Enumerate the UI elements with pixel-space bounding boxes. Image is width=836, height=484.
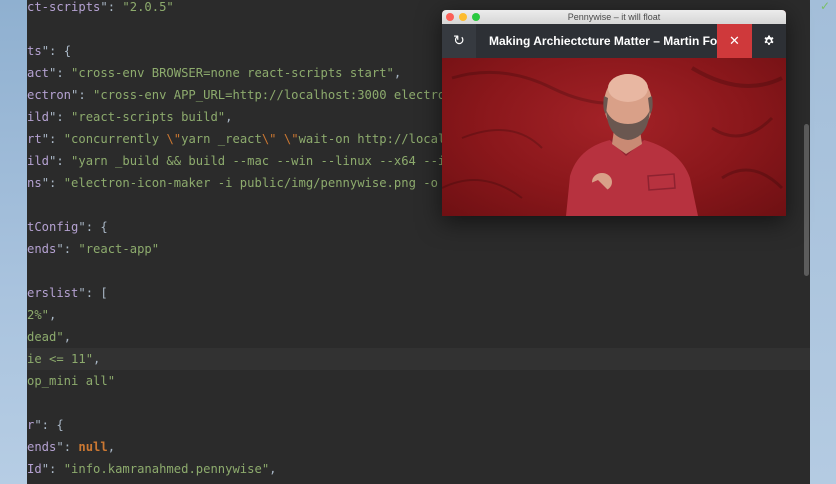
code-line[interactable]: ends": "react-app" xyxy=(27,238,159,260)
check-icon: ✓ xyxy=(819,0,830,13)
code-token: "electron-icon-maker -i public/img/penny… xyxy=(63,176,497,190)
code-line[interactable]: rt": "concurrently \"yarn _react\" \"wai… xyxy=(27,128,511,150)
code-token: tConfig xyxy=(27,220,79,234)
code-token: Id xyxy=(27,462,42,476)
code-token: , xyxy=(49,308,57,322)
code-token: ": xyxy=(56,440,79,454)
pennywise-window[interactable]: Pennywise – it will float ↻ Making Archi… xyxy=(442,10,786,216)
code-line[interactable]: ends": null, xyxy=(27,436,115,458)
reload-button[interactable]: ↻ xyxy=(442,24,476,58)
code-token: "cross-env BROWSER=none react-scripts st… xyxy=(71,66,394,80)
editor-scrollbar[interactable] xyxy=(804,124,809,276)
window-titlebar[interactable]: Pennywise – it will float xyxy=(442,10,786,25)
code-token: ": xyxy=(41,462,64,476)
code-token: ": xyxy=(100,0,123,14)
desktop-background-right: ✓ xyxy=(810,0,836,484)
code-token: ": { xyxy=(41,44,72,58)
code-token: ": [ xyxy=(78,286,108,300)
code-token: , xyxy=(107,440,116,454)
code-line[interactable]: ectron": "cross-env APP_URL=http://local… xyxy=(27,84,482,106)
code-token: "2.0.5" xyxy=(122,0,174,14)
code-line[interactable]: op_mini all" xyxy=(27,370,115,392)
speaker-figure xyxy=(566,74,698,216)
code-line[interactable]: Id": "info.kamranahmed.pennywise", xyxy=(27,458,277,480)
code-token: null xyxy=(78,440,108,454)
code-token: ": xyxy=(49,110,72,124)
code-token: "info.kamranahmed.pennywise" xyxy=(63,462,270,476)
code-token: \" xyxy=(283,132,299,146)
code-token: \" xyxy=(261,132,277,146)
code-token: "concurrently xyxy=(63,132,167,146)
code-token: 2%" xyxy=(27,308,50,322)
video-player[interactable] xyxy=(442,58,786,216)
code-token: ": xyxy=(49,154,72,168)
code-token: ild xyxy=(27,154,50,168)
reload-icon: ↻ xyxy=(453,33,465,49)
desktop-background-left xyxy=(0,0,27,484)
code-token: \" xyxy=(166,132,182,146)
code-token: ild xyxy=(27,110,50,124)
code-token: "cross-env APP_URL=http://localhost:3000… xyxy=(93,88,475,102)
code-token: ns xyxy=(27,176,42,190)
gear-icon xyxy=(764,35,774,45)
code-line[interactable]: ct-scripts": "2.0.5" xyxy=(27,0,174,18)
code-token: , xyxy=(63,330,72,344)
code-token: ectron xyxy=(27,88,72,102)
window-title: Pennywise – it will float xyxy=(567,12,661,22)
code-token: , xyxy=(393,66,402,80)
code-token: "react-scripts build" xyxy=(71,110,226,124)
code-line[interactable]: erslist": [ xyxy=(27,282,108,304)
settings-button[interactable] xyxy=(752,24,786,58)
code-token: ": { xyxy=(78,220,108,234)
code-line[interactable]: tConfig": { xyxy=(27,216,108,238)
code-token: ts xyxy=(27,44,42,58)
code-line[interactable]: ts": { xyxy=(27,40,71,62)
page-title-bar[interactable]: Making Archiectcture Matter – Martin Fow… xyxy=(476,24,717,58)
code-token: ie <= 11" xyxy=(27,352,94,366)
code-token: , xyxy=(225,110,233,124)
code-token: ends xyxy=(27,440,57,454)
code-token: ": xyxy=(49,66,72,80)
close-icon: ✕ xyxy=(729,33,740,49)
code-line[interactable]: 2%", xyxy=(27,304,56,326)
code-token: ": xyxy=(41,132,64,146)
pennywise-navbar: ↻ Making Archiectcture Matter – Martin F… xyxy=(442,24,786,58)
code-token: ends xyxy=(27,242,57,256)
code-token: dead" xyxy=(27,330,64,344)
code-token: rt xyxy=(27,132,42,146)
code-token: ct-scripts xyxy=(27,0,101,14)
code-line[interactable]: dead", xyxy=(27,326,71,348)
code-line[interactable]: act": "cross-env BROWSER=none react-scri… xyxy=(27,62,401,84)
code-token: act xyxy=(27,66,50,80)
code-token: op_mini all" xyxy=(27,374,116,388)
code-token: ": { xyxy=(34,418,64,432)
code-token: , xyxy=(93,352,101,366)
code-line[interactable]: r": { xyxy=(27,414,64,436)
code-line[interactable]: ns": "electron-icon-maker -i public/img/… xyxy=(27,172,497,194)
code-token: , xyxy=(269,462,277,476)
code-token: "react-app" xyxy=(78,242,160,256)
close-button[interactable]: ✕ xyxy=(717,24,752,58)
code-token: yarn _react xyxy=(181,132,262,146)
code-token: ": xyxy=(56,242,79,256)
code-token: ": xyxy=(71,88,94,102)
code-line[interactable]: ild": "react-scripts build", xyxy=(27,106,232,128)
code-token: erslist xyxy=(27,286,79,300)
code-token: ": xyxy=(41,176,64,190)
code-line[interactable]: ie <= 11", xyxy=(27,348,810,370)
